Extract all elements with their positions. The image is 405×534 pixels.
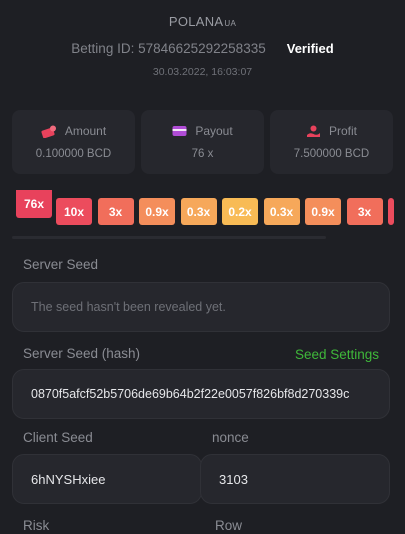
country-suffix: UA [224,19,237,28]
stat-label-payout: Payout [195,124,233,138]
server-seed-field[interactable]: The seed hasn't been revealed yet. [12,282,390,332]
server-seed-hash-label: Server Seed (hash) [23,346,141,361]
client-seed-label: Client Seed [23,430,93,445]
multiplier-chip[interactable]: 10x [56,198,92,225]
seed-settings-link[interactable]: Seed Settings [295,347,379,362]
nonce-field[interactable]: 3103 [200,454,390,504]
stat-value-payout: 76 x [191,148,214,160]
stat-card-payout: Payout 76 x [141,110,264,174]
active-multiplier[interactable]: 76x [16,190,52,218]
username-text[interactable]: POLANA [169,14,224,29]
amount-icon [41,125,57,138]
stat-value-profit: 7.500000 BCD [293,148,370,160]
bet-id: Betting ID: 57846625292258335 [71,41,265,56]
stat-card-profit: Profit 7.500000 BCD [270,110,393,174]
multiplier-chip[interactable]: 3x [97,198,134,225]
payout-icon [172,125,187,137]
bet-stats: Amount 0.100000 BCD Payout 76 x Profit 7… [12,110,393,174]
row-label: Row [215,518,243,533]
client-seed-field[interactable]: 6hNYSHxiee [12,454,202,504]
bet-id-text: Betting ID: 5784662529225833 [71,41,259,56]
multiplier-scrollbar[interactable] [12,236,326,239]
profit-icon [306,125,321,138]
server-seed-hash-field[interactable]: 0870f5afcf52b5706de69b64b2f22e0057f826bf… [12,369,390,419]
stat-label-profit: Profit [328,124,357,138]
multiplier-row[interactable]: 76x 10x 3x 0.9x 0.3x 0.2x 0.3x 0.9x 3x [14,190,405,240]
bet-header: POLANAUA Betting ID: 57846625292258335 V… [0,0,405,78]
bet-id-tail: 5 [258,41,266,56]
multiplier-chip[interactable]: 0.3x [263,198,300,225]
multiplier-chip[interactable]: 0.3x [180,198,217,225]
risk-label: Risk [23,518,50,533]
stat-label-amount: Amount [64,124,107,138]
multiplier-chip[interactable]: 0.2x [222,198,258,225]
stat-value-amount: 0.100000 BCD [35,148,112,160]
multiplier-chip-partial[interactable] [388,198,394,225]
multiplier-chip[interactable]: 3x [346,198,383,225]
multiplier-chip[interactable]: 0.9x [305,198,341,225]
verified-badge[interactable]: Verified [287,41,334,56]
nonce-label: nonce [212,430,249,445]
bet-timestamp: 30.03.2022, 16:03:07 [152,66,253,78]
bet-id-line: Betting ID: 57846625292258335 Verified [0,41,405,56]
server-seed-label: Server Seed [23,257,99,272]
username[interactable]: POLANAUA [0,14,405,29]
stat-card-amount: Amount 0.100000 BCD [12,110,135,174]
multiplier-chip[interactable]: 0.9x [139,198,175,225]
